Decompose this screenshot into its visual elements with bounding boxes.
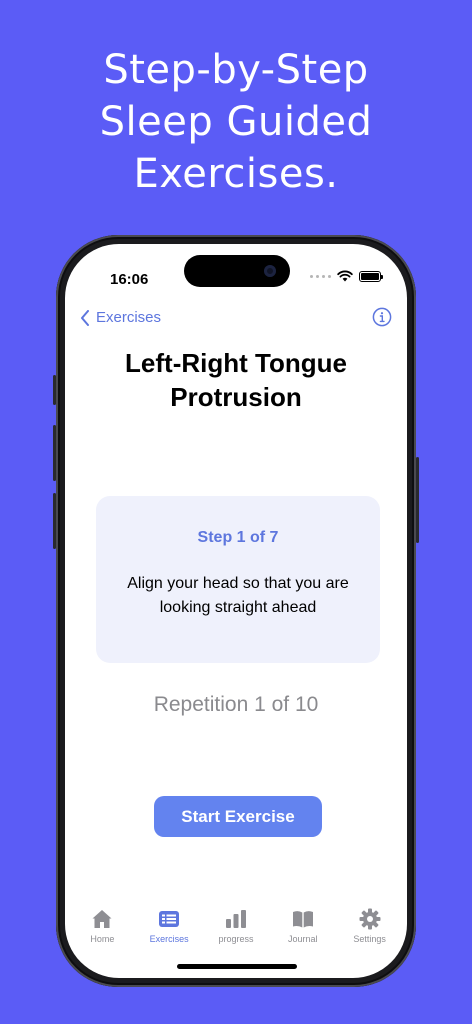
- dynamic-island: [184, 255, 290, 287]
- phone-screen: 16:06 Exercises Left-Right Tongue Protru…: [65, 244, 407, 978]
- tab-progress[interactable]: progress: [203, 908, 269, 958]
- tab-label-settings: Settings: [353, 934, 386, 944]
- back-label: Exercises: [96, 309, 162, 326]
- list-icon: [159, 911, 180, 927]
- headline-line-2: Sleep Guided: [99, 99, 373, 145]
- book-icon: [292, 911, 313, 928]
- back-button[interactable]: Exercises: [80, 309, 161, 326]
- house-icon: [92, 910, 112, 928]
- step-label: Step 1 of 7: [197, 529, 279, 546]
- home-indicator[interactable]: [177, 964, 297, 969]
- info-icon[interactable]: [372, 307, 392, 327]
- power-button: [416, 457, 419, 543]
- promo-headline: Step-by-Step Sleep Guided Exercises.: [0, 44, 472, 200]
- tab-label-journal: Journal: [288, 934, 318, 944]
- tab-label-progress: progress: [218, 934, 254, 944]
- phone-frame: 16:06 Exercises Left-Right Tongue Protru…: [53, 235, 419, 987]
- repetition-label: Repetition 1 of 10: [153, 693, 319, 716]
- volume-down-button: [53, 493, 56, 549]
- step-card: Step 1 of 7 Align your head so that you …: [96, 496, 380, 663]
- start-exercise-button[interactable]: Start Exercise: [154, 796, 322, 837]
- step-instruction: Align your head so that you are looking …: [127, 575, 349, 616]
- wifi-icon: [337, 270, 353, 282]
- gear-icon: [359, 908, 381, 930]
- volume-up-button: [53, 425, 56, 481]
- status-icons: [310, 270, 383, 282]
- bar-chart-icon: [225, 910, 246, 928]
- headline-line-1: Step-by-Step: [103, 47, 369, 93]
- tab-journal[interactable]: Journal: [270, 908, 336, 958]
- chevron-left-icon: [81, 309, 89, 326]
- exercise-title: Left-Right Tongue Protrusion: [125, 348, 347, 412]
- tab-settings[interactable]: Settings: [337, 908, 403, 958]
- tab-label-home: Home: [90, 934, 115, 944]
- signal-icon: [310, 274, 331, 278]
- headline-line-3: Exercises.: [133, 151, 339, 197]
- battery-icon: [359, 270, 383, 282]
- camera-icon: [264, 265, 276, 277]
- tab-exercises[interactable]: Exercises: [136, 908, 202, 958]
- tab-home[interactable]: Home: [69, 908, 135, 958]
- action-button: [53, 375, 56, 405]
- tab-label-exercises: Exercises: [149, 934, 189, 944]
- tab-bar: Home Exercises progress Journal Settings: [65, 908, 407, 958]
- status-time: 16:06: [110, 271, 149, 288]
